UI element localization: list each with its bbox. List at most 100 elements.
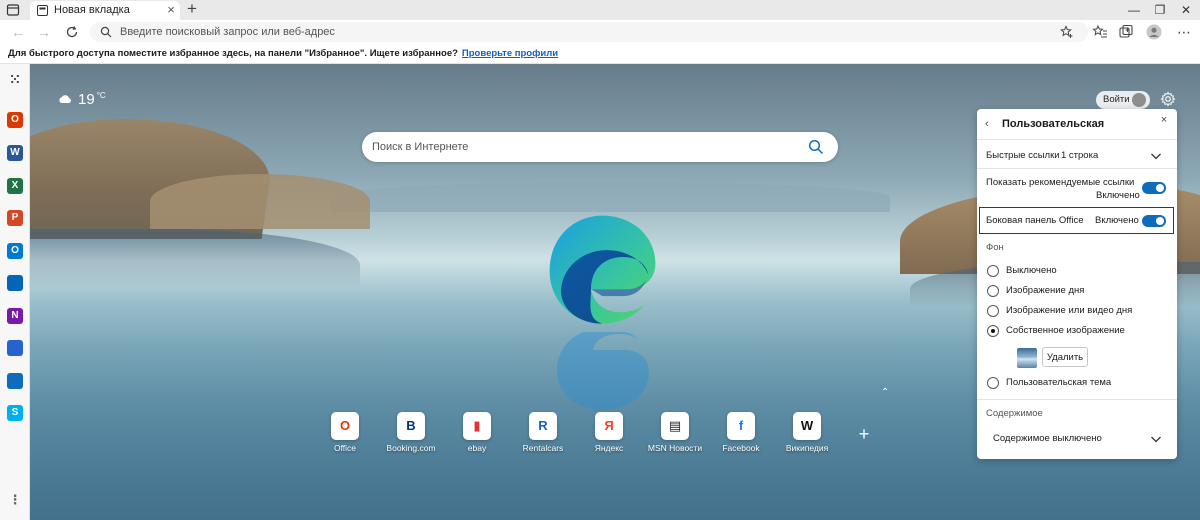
todo-icon[interactable] [7,340,23,356]
quick-link[interactable]: O Office [315,412,375,462]
address-bar[interactable] [90,22,1088,42]
quick-link-icon: W [793,412,821,440]
quick-link[interactable]: ▤ MSN Новости [645,412,705,462]
quick-link-icon: R [529,412,557,440]
word-icon[interactable]: W [7,145,23,161]
toolbar: ← → ⋯ [0,20,1200,44]
office-sidebar: ⁙ O W XP O N S ⋮ [0,64,30,520]
new-tab-button[interactable]: + [184,0,200,17]
tab-actions-icon[interactable] [6,3,20,17]
apps-grid-icon[interactable]: ⁙ [7,73,23,89]
excel-icon[interactable]: X [7,178,23,194]
panel-header: ‹ Пользовательская × [977,109,1177,139]
background-option-label: Изображение или видео дня [1006,305,1133,316]
maximize-button[interactable]: ❐ [1150,2,1170,18]
tab-title: Новая вкладка [54,4,130,16]
quick-link-icon: f [727,412,755,440]
forward-button[interactable]: → [36,24,52,40]
quick-link[interactable]: ▮ ebay [447,412,507,462]
office-icon[interactable]: O [7,112,23,128]
radio-background-option[interactable] [987,265,999,277]
divider [977,399,1177,400]
quick-link[interactable]: B Booking.com [381,412,441,462]
edge-logo-reflection [557,332,649,410]
temperature: 19 °C [78,91,106,108]
content-heading: Содержимое [986,408,1043,419]
delete-image-button[interactable]: Удалить [1042,347,1088,367]
office-sidebar-toggle[interactable] [1142,215,1166,227]
recommended-links-toggle[interactable] [1142,182,1166,194]
skype-icon[interactable]: S [7,405,23,421]
recommended-links-label: Показать рекомендуемые ссылки [986,177,1135,188]
background-shore-left [30,229,360,289]
background-hill-left-2 [150,174,370,229]
profile-avatar-icon[interactable] [1146,24,1162,40]
content-value[interactable]: Содержимое выключено [993,433,1102,444]
quick-link-icon: O [331,412,359,440]
quick-link[interactable]: f Facebook [711,412,771,462]
favorites-bar-message: Для быстрого доступа поместите избранное… [8,48,558,59]
back-chevron-icon[interactable]: ‹ [985,118,997,130]
login-button[interactable]: Войти [1096,91,1150,109]
add-quick-link-button[interactable]: + [856,425,872,443]
page-settings-panel: ‹ Пользовательская × Быстрые ссылки 1 ст… [977,109,1177,459]
quick-link-label: ebay [467,443,487,453]
tab-close-icon[interactable]: × [164,2,178,18]
radio-background-option[interactable] [987,325,999,337]
edge-logo [549,215,656,324]
panel-close-icon[interactable]: × [1158,114,1170,126]
radio-custom-theme[interactable] [987,377,999,389]
back-button[interactable]: ← [10,24,26,40]
quick-link[interactable]: Я Яндекс [579,412,639,462]
panel-title: Пользовательская [1002,118,1105,130]
chevron-down-icon[interactable] [1150,434,1162,444]
office-sidebar-label: Боковая панель Office [986,215,1084,226]
outlook-icon[interactable]: O [7,243,23,259]
web-search-box[interactable] [362,132,838,162]
address-input[interactable] [120,24,1020,40]
radio-background-option[interactable] [987,305,999,317]
background-heading: Фон [986,242,1004,253]
search-icon [100,26,112,38]
quick-link-icon: ▤ [661,412,689,440]
quick-links-value[interactable]: 1 строка [1061,150,1098,161]
planner-icon[interactable] [7,373,23,389]
chevron-down-icon[interactable] [1150,151,1162,161]
divider [977,139,1177,140]
radio-background-option[interactable] [987,285,999,297]
divider [977,168,1177,169]
favorites-icon[interactable] [1092,24,1108,40]
powerpoint-icon[interactable]: P [7,210,23,226]
chevron-up-icon[interactable]: ⌃ [881,387,893,398]
custom-theme-label: Пользовательская тема [1006,377,1112,388]
check-profiles-link[interactable]: Проверьте профили [462,48,558,59]
quick-link-label: Википедия [785,443,829,453]
quick-link-icon: Я [595,412,623,440]
refresh-icon[interactable] [64,24,80,40]
quick-link[interactable]: W Википедия [777,412,837,462]
sidebar-more-icon[interactable]: ⋮ [7,492,23,508]
more-menu-icon[interactable]: ⋯ [1176,24,1192,40]
onedrive-icon[interactable] [7,275,23,291]
settings-gear-icon[interactable] [1160,91,1176,107]
minimize-button[interactable]: — [1124,2,1144,18]
web-search-input[interactable] [372,139,792,155]
add-favorite-icon[interactable] [1060,25,1074,39]
office-sidebar-state: Включено [1095,215,1139,226]
collections-icon[interactable] [1118,24,1134,40]
quick-link[interactable]: R Rentalcars [513,412,573,462]
user-avatar [1132,93,1146,107]
quick-link-label: Facebook [722,443,760,453]
close-window-button[interactable]: ✕ [1176,2,1196,18]
background-option-label: Изображение дня [1006,285,1085,296]
background-option-label: Собственное изображение [1006,325,1125,336]
quick-link-label: MSN Новости [647,443,703,453]
search-icon[interactable] [808,139,824,155]
quick-link-label: Booking.com [386,443,436,453]
background-far-hills [330,182,890,212]
onenote-icon[interactable]: N [7,308,23,324]
temperature-unit: °C [96,91,106,100]
quick-link-label: Rentalcars [522,443,564,453]
tab-strip: Новая вкладка × + — ❐ ✕ [0,0,1200,20]
tab-new-tab[interactable]: Новая вкладка × [30,1,180,20]
